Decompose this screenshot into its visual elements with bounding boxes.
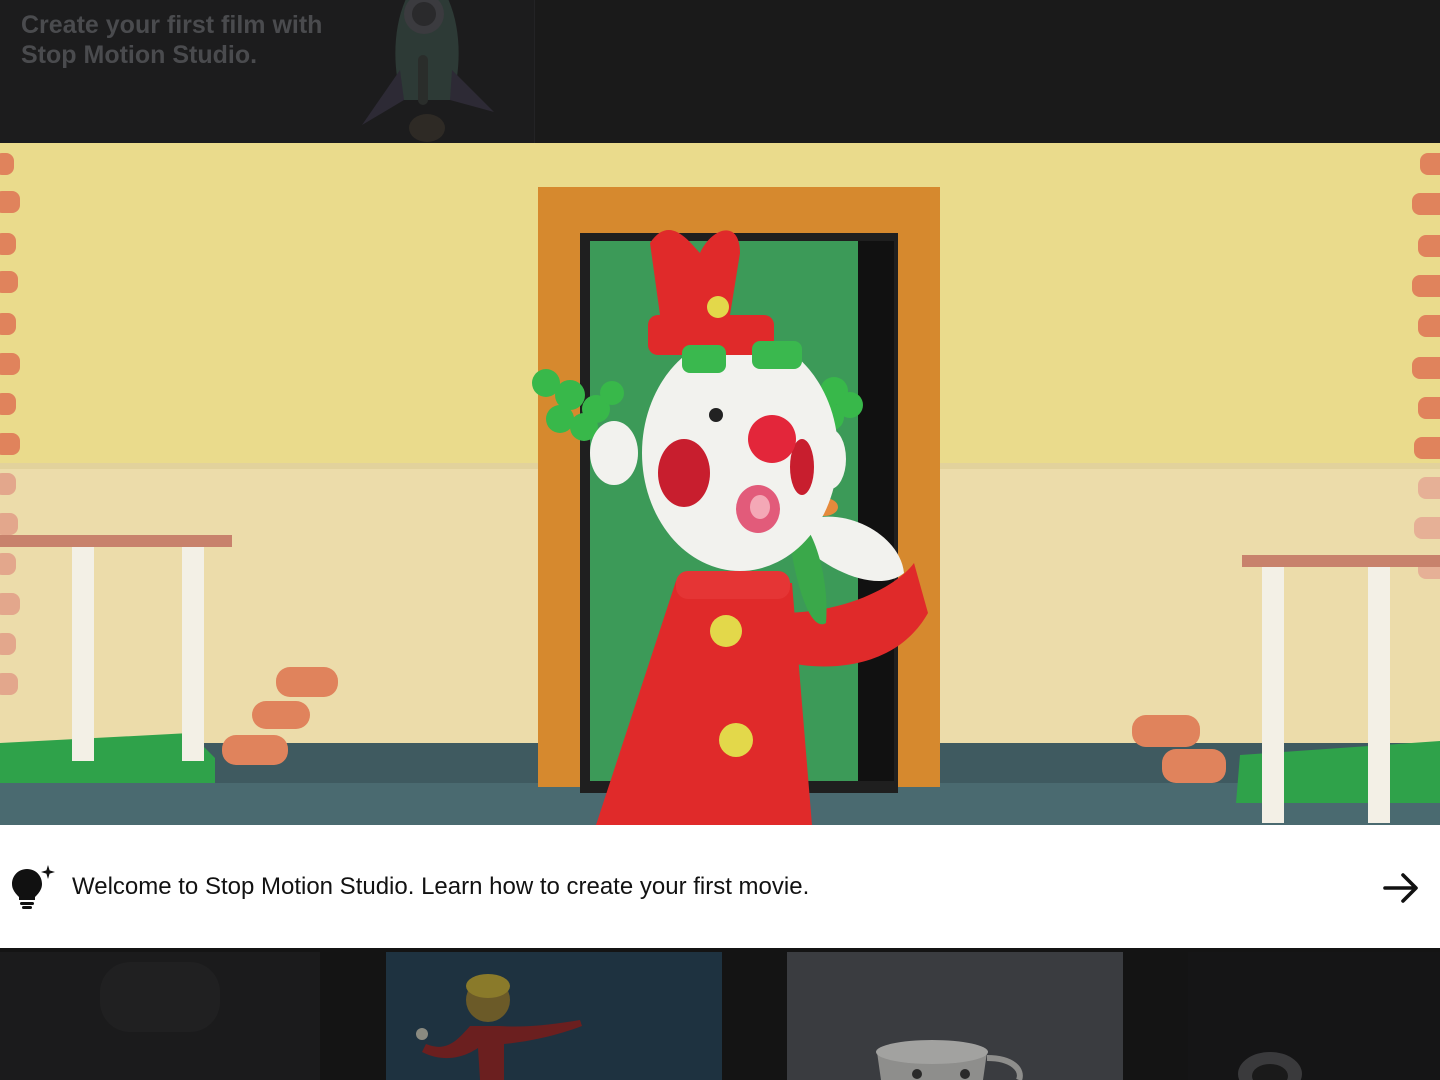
project-thumbnail[interactable] xyxy=(1188,952,1440,1080)
project-thumbnail[interactable] xyxy=(787,952,1123,1080)
rocket-icon: ✦ ✦ ✦ ✦ xyxy=(362,0,494,142)
project-thumbnail[interactable] xyxy=(386,952,722,1080)
background-thumbnails xyxy=(0,948,1440,1080)
next-button[interactable] xyxy=(1376,863,1426,913)
thumbnail-image xyxy=(1188,952,1440,1080)
first-film-card[interactable]: Create your first film with Stop Motion … xyxy=(0,0,535,143)
project-thumbnail[interactable] xyxy=(0,952,320,1080)
tutorial-video[interactable] xyxy=(0,143,1440,825)
background-top-area: Create your first film with Stop Motion … xyxy=(0,0,1440,143)
tutorial-banner[interactable]: Welcome to Stop Motion Studio. Learn how… xyxy=(0,825,1440,948)
clay-scene-image xyxy=(0,143,1440,825)
tutorial-message: Welcome to Stop Motion Studio. Learn how… xyxy=(72,873,810,900)
first-film-headline: Create your first film with Stop Motion … xyxy=(21,11,323,69)
lightbulb-sparkle-icon xyxy=(12,865,55,909)
arrow-right-icon xyxy=(1383,873,1418,903)
thumbnail-image xyxy=(787,952,1123,1080)
thumbnail-image xyxy=(386,952,722,1080)
thumbnail-image xyxy=(0,952,320,1080)
